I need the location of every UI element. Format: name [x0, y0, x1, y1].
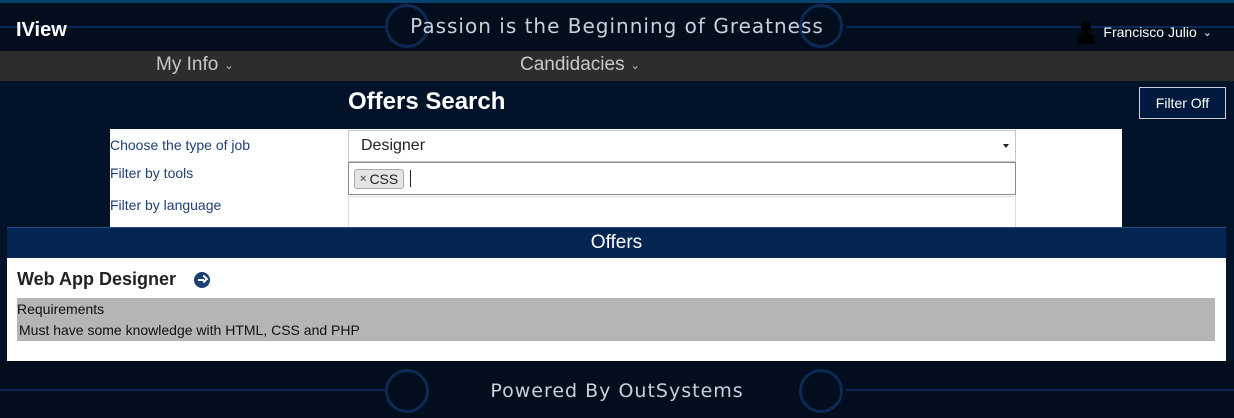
filter-toggle-button[interactable]: Filter Off: [1139, 87, 1226, 119]
user-avatar-icon: [1075, 20, 1097, 44]
tool-tag: × CSS: [354, 168, 405, 189]
tool-tag-label: CSS: [369, 170, 399, 187]
header-tagline: Passion is the Beginning of Greatness: [410, 14, 824, 38]
language-filter-input[interactable]: [348, 196, 1016, 227]
user-name: Francisco Julio: [1103, 24, 1197, 40]
arrow-right-circle-icon[interactable]: [194, 271, 211, 288]
filter-panel: Choose the type of job Designer Filter b…: [110, 129, 1122, 227]
text-cursor: [410, 170, 412, 187]
nav-item-label: Candidacies: [520, 54, 625, 75]
tools-filter-input[interactable]: × CSS: [348, 162, 1016, 195]
remove-tag-icon[interactable]: ×: [360, 173, 366, 185]
user-menu[interactable]: Francisco Julio ⌄: [1075, 20, 1212, 44]
offers-header: Offers: [7, 227, 1226, 258]
tools-filter-label: Filter by tools: [110, 165, 194, 181]
dropdown-caret-icon: [1003, 144, 1009, 148]
requirements-label: Requirements: [17, 301, 105, 317]
app-header: IView Passion is the Beginning of Greatn…: [0, 0, 1234, 51]
offer-item: Web App Designer: [17, 269, 211, 290]
nav-item-candidacies[interactable]: Candidacies ⌄: [520, 54, 640, 76]
footer-text: Powered By OutSystems: [490, 380, 744, 402]
main-nav: My Info ⌄ Candidacies ⌄: [0, 51, 1234, 81]
offer-title[interactable]: Web App Designer: [17, 269, 176, 290]
offers-list: Web App Designer Requirements Must have …: [7, 258, 1226, 361]
offer-requirements: Requirements Must have some knowledge wi…: [17, 298, 1215, 341]
nav-item-label: My Info: [156, 54, 219, 75]
chevron-down-icon: ⌄: [630, 59, 640, 72]
job-type-select[interactable]: Designer: [348, 130, 1016, 162]
job-type-value: Designer: [361, 137, 426, 154]
requirements-text: Must have some knowledge with HTML, CSS …: [19, 322, 360, 338]
app-footer: Powered By OutSystems: [0, 361, 1234, 418]
job-type-label: Choose the type of job: [110, 137, 251, 153]
nav-item-my-info[interactable]: My Info ⌄: [156, 54, 234, 76]
language-filter-label: Filter by language: [110, 197, 222, 213]
chevron-down-icon: ⌄: [224, 59, 234, 72]
page-title: Offers Search: [348, 88, 506, 115]
header-accent-line: [0, 0, 1234, 3]
chevron-down-icon: ⌄: [1202, 26, 1212, 39]
